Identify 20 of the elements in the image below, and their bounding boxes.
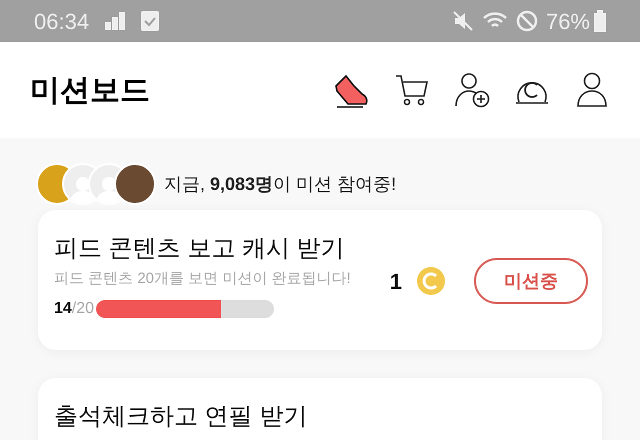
cart-icon[interactable] [394, 72, 430, 108]
blocked-icon [516, 10, 538, 32]
participants-text: 지금, 9,083명이 미션 참여중! [164, 172, 396, 196]
mission-description: 피드 콘텐츠 20개를 보면 미션이 완료됩니다! [54, 269, 352, 289]
reward-amount: 1 [390, 268, 402, 296]
coin-icon [416, 266, 446, 296]
mute-icon [452, 10, 474, 32]
app-notification-icon [105, 12, 126, 30]
clock: 06:34 [34, 8, 90, 36]
photo-placeholder [114, 163, 156, 205]
user-icon[interactable] [574, 72, 610, 108]
add-user-icon[interactable] [454, 72, 490, 108]
mission-title: 출석체크하고 연필 받기 [54, 402, 308, 432]
battery-percentage: 76% [546, 8, 590, 36]
checkbox-icon [141, 11, 160, 31]
mission-title: 피드 콘텐츠 보고 캐시 받기 [54, 234, 346, 264]
page-title: 미션보드 [30, 72, 150, 108]
progress-count: 14/20 [54, 298, 94, 318]
mission-button[interactable]: 미션중 [474, 258, 588, 304]
battery-icon [594, 10, 606, 32]
